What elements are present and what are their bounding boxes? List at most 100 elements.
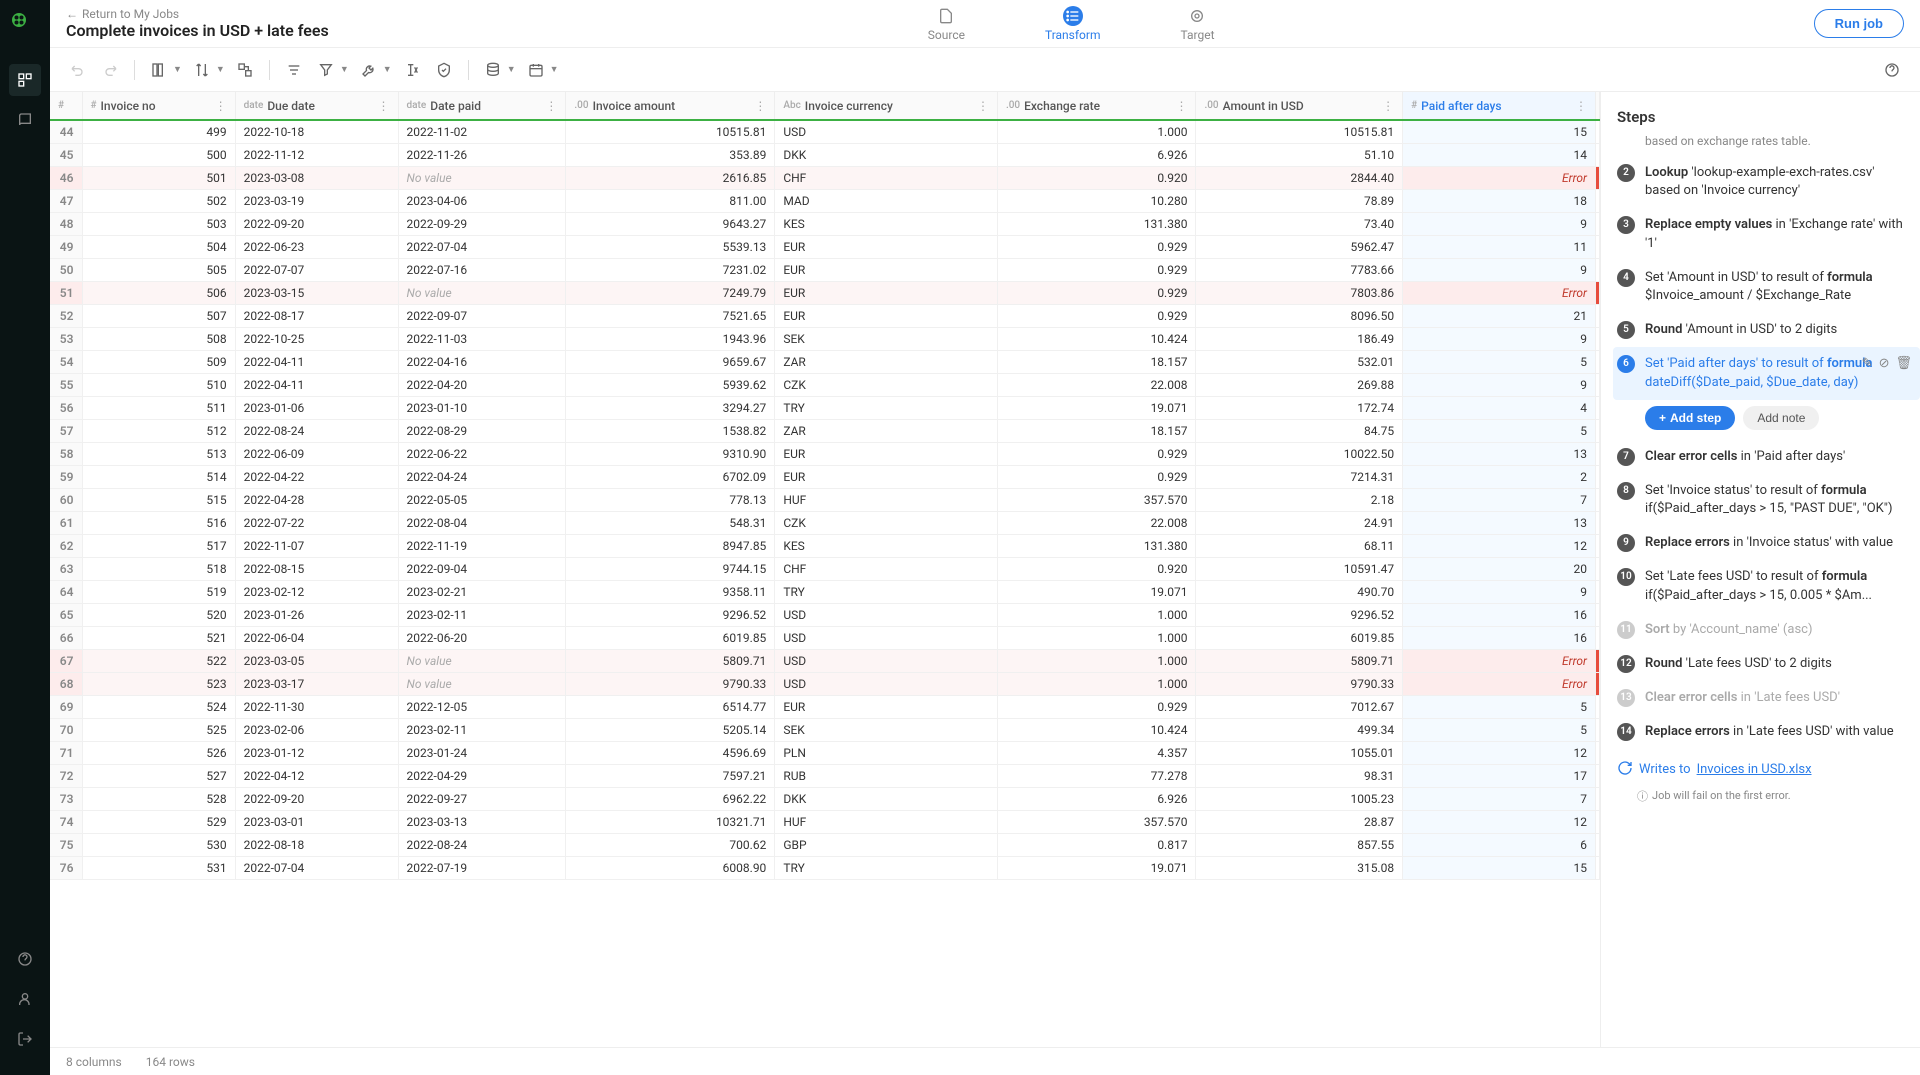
help-icon[interactable]	[1880, 58, 1904, 82]
step-item[interactable]: 3Replace empty values in 'Exchange rate'…	[1613, 208, 1920, 260]
filter-rows-button[interactable]	[282, 58, 306, 82]
table-row[interactable]: 725272022-04-122022-04-297597.21RUB77.27…	[50, 765, 1600, 788]
step-number: 14	[1617, 723, 1635, 741]
calendar-button[interactable]	[524, 58, 548, 82]
table-row[interactable]: 495042022-06-232022-07-045539.13EUR0.929…	[50, 236, 1600, 259]
disable-icon[interactable]: ⊘	[1879, 355, 1890, 373]
column-header[interactable]: dateDue date⋮	[235, 92, 398, 120]
step-item[interactable]: 6Set 'Paid after days' to result of form…	[1613, 347, 1920, 399]
table-row[interactable]: 635182022-08-152022-09-049744.15CHF0.920…	[50, 558, 1600, 581]
column-menu-icon[interactable]: ⋮	[977, 99, 989, 113]
steps-title: Steps	[1613, 108, 1920, 126]
formula-button[interactable]	[400, 58, 424, 82]
shield-button[interactable]	[432, 58, 456, 82]
filter-button[interactable]	[314, 58, 338, 82]
data-table[interactable]: ##Invoice no⋮dateDue date⋮dateDate paid⋮…	[50, 92, 1600, 1047]
table-row[interactable]: 605152022-04-282022-05-05778.13HUF357.57…	[50, 489, 1600, 512]
table-row[interactable]: 665212022-06-042022-06-206019.85USD1.000…	[50, 627, 1600, 650]
step-item[interactable]: 7Clear error cells in 'Paid after days'	[1613, 440, 1920, 474]
table-row[interactable]: 745292023-03-012023-03-1310321.71HUF357.…	[50, 811, 1600, 834]
column-header[interactable]: #Paid after days⋮	[1403, 92, 1596, 120]
sort-button[interactable]	[190, 58, 214, 82]
column-header[interactable]: dateDate paid⋮	[398, 92, 566, 120]
column-menu-icon[interactable]: ⋮	[545, 99, 557, 113]
table-row[interactable]: 515062023-03-15No value7249.79EUR0.92978…	[50, 282, 1600, 305]
table-row[interactable]: 455002022-11-122022-11-26353.89DKK6.9265…	[50, 144, 1600, 167]
arrow-left-icon: ←	[66, 7, 78, 21]
step-number: 5	[1617, 321, 1635, 339]
step-item[interactable]: 11Sort by 'Account_name' (asc)	[1613, 613, 1920, 647]
step-item[interactable]: 8Set 'Invoice status' to result of formu…	[1613, 474, 1920, 526]
tab-source[interactable]: Source	[928, 6, 965, 42]
step-item[interactable]: 12Round 'Late fees USD' to 2 digits	[1613, 647, 1920, 681]
nav-user[interactable]	[9, 983, 41, 1015]
column-header[interactable]: .00Invoice amount⋮	[566, 92, 775, 120]
column-menu-icon[interactable]: ⋮	[1175, 99, 1187, 113]
job-fail-note: ⓘ Job will fail on the first error.	[1613, 784, 1920, 808]
table-row[interactable]: 535082022-10-252022-11-031943.96SEK10.42…	[50, 328, 1600, 351]
table-row[interactable]: 444992022-10-182022-11-0210515.81USD1.00…	[50, 120, 1600, 144]
step-item[interactable]: 9Replace errors in 'Invoice status' with…	[1613, 526, 1920, 560]
run-job-button[interactable]: Run job	[1814, 9, 1904, 38]
table-row[interactable]: 735282022-09-202022-09-276962.22DKK6.926…	[50, 788, 1600, 811]
nav-docs[interactable]	[9, 104, 41, 136]
file-icon	[936, 6, 956, 26]
tab-transform[interactable]: Transform	[1045, 6, 1101, 42]
writes-to-link[interactable]: Writes to Invoices in USD.xlsx	[1613, 750, 1920, 784]
column-menu-icon[interactable]: ⋮	[215, 99, 227, 113]
table-row[interactable]: 505052022-07-072022-07-167231.02EUR0.929…	[50, 259, 1600, 282]
toolbar: ▼ ▼ ▼ ▼ ▼ ▼	[50, 48, 1920, 92]
table-row[interactable]: 465012023-03-08No value2616.85CHF0.92028…	[50, 167, 1600, 190]
step-item[interactable]: 10Set 'Late fees USD' to result of formu…	[1613, 560, 1920, 612]
column-header[interactable]: #Invoice no⋮	[82, 92, 235, 120]
step-item[interactable]: 14Replace errors in 'Late fees USD' with…	[1613, 715, 1920, 749]
column-menu-icon[interactable]: ⋮	[378, 99, 390, 113]
table-row[interactable]: 765312022-07-042022-07-196008.90TRY19.07…	[50, 857, 1600, 880]
table-row[interactable]: 755302022-08-182022-08-24700.62GBP0.8178…	[50, 834, 1600, 857]
table-row[interactable]: 575122022-08-242022-08-291538.82ZAR18.15…	[50, 420, 1600, 443]
undo-button[interactable]	[66, 58, 90, 82]
table-row[interactable]: 625172022-11-072022-11-198947.85KES131.3…	[50, 535, 1600, 558]
table-row[interactable]: 555102022-04-112022-04-205939.62CZK22.00…	[50, 374, 1600, 397]
columns-button[interactable]	[147, 58, 171, 82]
column-header[interactable]: .00Exchange rate⋮	[997, 92, 1196, 120]
column-menu-icon[interactable]: ⋮	[1382, 99, 1394, 113]
table-row[interactable]: 475022023-03-192023-04-06811.00MAD10.280…	[50, 190, 1600, 213]
table-row[interactable]: 655202023-01-262023-02-119296.52USD1.000…	[50, 604, 1600, 627]
table-row[interactable]: 545092022-04-112022-04-169659.67ZAR18.15…	[50, 351, 1600, 374]
table-row[interactable]: 565112023-01-062023-01-103294.27TRY19.07…	[50, 397, 1600, 420]
table-row[interactable]: 525072022-08-172022-09-077521.65EUR0.929…	[50, 305, 1600, 328]
delete-icon[interactable]: 🗑	[1895, 355, 1912, 373]
column-menu-icon[interactable]: ⋮	[754, 99, 766, 113]
table-row[interactable]: 675222023-03-05No value5809.71USD1.00058…	[50, 650, 1600, 673]
database-button[interactable]	[481, 58, 505, 82]
table-row[interactable]: 585132022-06-092022-06-229310.90EUR0.929…	[50, 443, 1600, 466]
merge-button[interactable]	[233, 58, 257, 82]
tab-target[interactable]: Target	[1180, 6, 1214, 42]
edit-icon[interactable]: ✎	[1862, 355, 1873, 373]
column-menu-icon[interactable]: ⋮	[1575, 99, 1587, 113]
table-row[interactable]: 705252023-02-062023-02-115205.14SEK10.42…	[50, 719, 1600, 742]
nav-logout[interactable]	[9, 1023, 41, 1055]
nav-jobs[interactable]	[9, 64, 41, 96]
column-header[interactable]: #	[50, 92, 82, 120]
table-row[interactable]: 595142022-04-222022-04-246702.09EUR0.929…	[50, 466, 1600, 489]
column-header[interactable]: AbcInvoice currency⋮	[775, 92, 998, 120]
column-header[interactable]: .00Amount in USD⋮	[1196, 92, 1403, 120]
table-row[interactable]: 685232023-03-17No value9790.33USD1.00097…	[50, 673, 1600, 696]
table-row[interactable]: 645192023-02-122023-02-219358.11TRY19.07…	[50, 581, 1600, 604]
step-item[interactable]: 4Set 'Amount in USD' to result of formul…	[1613, 261, 1920, 313]
return-link[interactable]: ← Return to My Jobs	[66, 7, 329, 21]
step-item[interactable]: 2Lookup 'lookup-example-exch-rates.csv' …	[1613, 156, 1920, 208]
step-item[interactable]: 13Clear error cells in 'Late fees USD'	[1613, 681, 1920, 715]
table-row[interactable]: 695242022-11-302022-12-056514.77EUR0.929…	[50, 696, 1600, 719]
redo-button[interactable]	[98, 58, 122, 82]
table-row[interactable]: 615162022-07-222022-08-04548.31CZK22.008…	[50, 512, 1600, 535]
table-row[interactable]: 715262023-01-122023-01-244596.69PLN4.357…	[50, 742, 1600, 765]
add-step-button[interactable]: + Add step	[1645, 406, 1735, 430]
wrench-button[interactable]	[357, 58, 381, 82]
add-note-button[interactable]: Add note	[1743, 406, 1819, 430]
step-item[interactable]: 5Round 'Amount in USD' to 2 digits	[1613, 313, 1920, 347]
nav-help[interactable]	[9, 943, 41, 975]
table-row[interactable]: 485032022-09-202022-09-299643.27KES131.3…	[50, 213, 1600, 236]
